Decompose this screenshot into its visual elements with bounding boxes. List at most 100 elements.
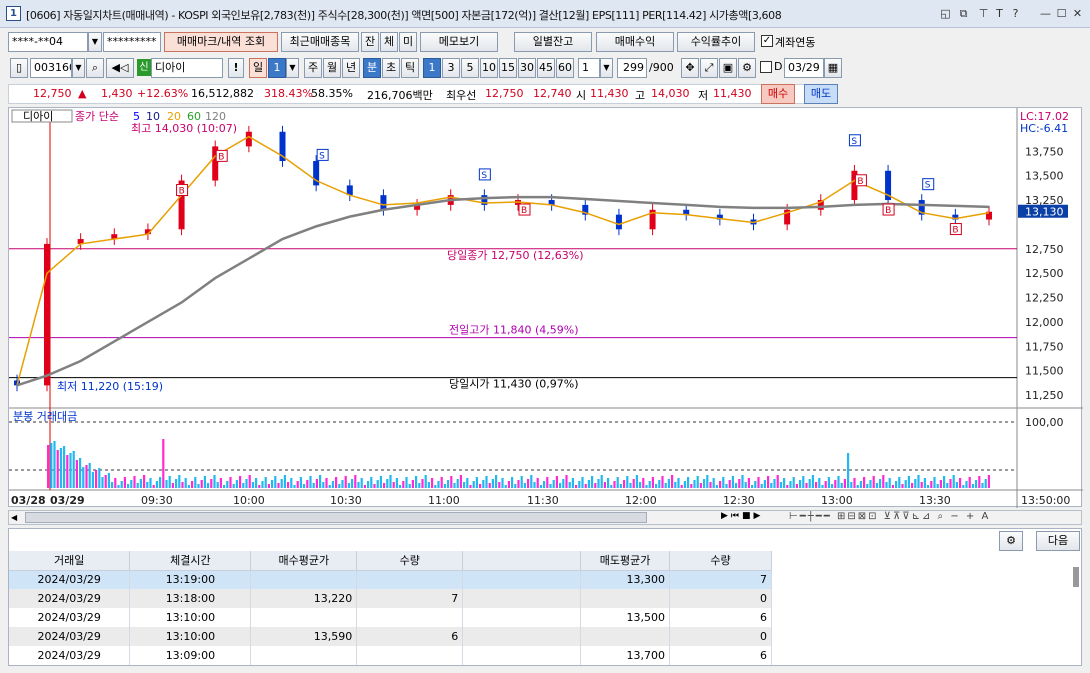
ask-price: 12,750 bbox=[485, 87, 524, 100]
high-label: 고 bbox=[635, 89, 646, 102]
period-second-button[interactable]: 초 bbox=[382, 58, 400, 78]
mark-query-button[interactable]: 매매마크/내역 조회 bbox=[164, 32, 278, 52]
volume-bar bbox=[376, 480, 379, 488]
return-trend-button[interactable]: 수익률추이 bbox=[677, 32, 755, 52]
period-month-button[interactable]: 월 bbox=[323, 58, 341, 78]
table-row[interactable]: 2024/03/29 13:09:00 13,700 6 bbox=[9, 646, 772, 665]
volume-bar bbox=[658, 480, 661, 488]
memo-button[interactable]: 메모보기 bbox=[420, 32, 498, 52]
unfilled-button[interactable]: 미 bbox=[399, 32, 417, 52]
volume-bar bbox=[504, 485, 507, 488]
time-label: 09:30 bbox=[141, 494, 173, 507]
account-field[interactable]: ****-**04 bbox=[8, 32, 88, 52]
period-day-button[interactable]: 일 bbox=[249, 58, 267, 78]
close-icon[interactable]: ✕ bbox=[1070, 6, 1085, 21]
volume-bar bbox=[111, 482, 114, 488]
window-number: 1 bbox=[6, 6, 21, 21]
daily-balance-button[interactable]: 일별잔고 bbox=[514, 32, 592, 52]
table-cell: 13,590 bbox=[250, 627, 358, 646]
table-scrollbar[interactable] bbox=[1073, 567, 1079, 587]
minute-10-button[interactable]: 10 bbox=[480, 58, 498, 78]
maximize-icon[interactable]: ⧉ bbox=[956, 6, 971, 21]
d-checkbox[interactable] bbox=[760, 61, 772, 73]
volume-bar bbox=[312, 483, 315, 488]
balance-button[interactable]: 잔 bbox=[361, 32, 379, 52]
stock-code-input[interactable]: 003160 bbox=[30, 58, 72, 78]
volume-bar bbox=[811, 475, 814, 488]
volume-bar bbox=[152, 485, 155, 488]
minute-3-button[interactable]: 3 bbox=[442, 58, 460, 78]
gear-icon[interactable]: ⚙ bbox=[999, 531, 1023, 551]
code-dropdown-icon[interactable]: ▼ bbox=[72, 58, 85, 78]
candle-body bbox=[380, 195, 387, 210]
crosshair-icon[interactable]: ✥ bbox=[681, 58, 699, 78]
period-year-button[interactable]: 년 bbox=[342, 58, 360, 78]
price-chart[interactable]: 당일종가 12,750 (12,63%) 전일고가 11,840 (4,59%) 당… bbox=[8, 107, 1083, 508]
ref-line-label: 전일고가 11,840 (4,59%) bbox=[449, 323, 579, 337]
volume-bar bbox=[341, 480, 344, 488]
interval-input[interactable]: 1 bbox=[578, 58, 600, 78]
maximize-icon[interactable]: ☐ bbox=[1054, 6, 1069, 21]
table-row[interactable]: 2024/03/29 13:18:00 13,220 7 0 bbox=[9, 589, 772, 608]
save-icon[interactable]: ▣ bbox=[719, 58, 737, 78]
date-input[interactable]: 03/29 bbox=[784, 58, 824, 78]
volume-bar bbox=[984, 479, 987, 488]
volume-bar bbox=[258, 485, 261, 488]
volume-bar bbox=[559, 483, 562, 488]
period-dropdown-icon[interactable]: ▼ bbox=[286, 58, 299, 78]
volume-bar bbox=[939, 480, 942, 488]
period-minute-button[interactable]: 분 bbox=[363, 58, 381, 78]
settings-icon[interactable]: ⚙ bbox=[738, 58, 756, 78]
table-row[interactable]: 2024/03/29 13:10:00 13,590 6 0 bbox=[9, 627, 772, 646]
alert-icon[interactable]: ! bbox=[228, 58, 244, 78]
stock-name-field[interactable]: 디아이 bbox=[151, 58, 223, 78]
chart-scrollbar[interactable]: ◀ ▶⏮■▶ ⊢━┼━━ ⊞⊟⊠⊡ ⊻⊼⊽⊾⊿ ⌕ − + A bbox=[8, 510, 1082, 525]
search-icon[interactable]: ⌕ bbox=[86, 58, 104, 78]
volume-bar bbox=[610, 485, 613, 488]
buy-button[interactable]: 매수 bbox=[761, 84, 795, 104]
period-week-button[interactable]: 주 bbox=[304, 58, 322, 78]
draw-tool-icon[interactable]: ⤢ bbox=[700, 58, 718, 78]
minute-1-button[interactable]: 1 bbox=[423, 58, 441, 78]
period-day-count[interactable]: 1 bbox=[268, 58, 286, 78]
filled-button[interactable]: 체 bbox=[380, 32, 398, 52]
sell-button[interactable]: 매도 bbox=[804, 84, 838, 104]
next-button[interactable]: 다음 bbox=[1036, 531, 1080, 551]
volume-bar bbox=[971, 484, 974, 488]
minute-60-button[interactable]: 60 bbox=[556, 58, 574, 78]
calendar-icon[interactable]: ▦ bbox=[824, 58, 842, 78]
stock-list-icon[interactable]: ▯ bbox=[10, 58, 28, 78]
interval-dropdown-icon[interactable]: ▼ bbox=[600, 58, 613, 78]
account-link-checkbox[interactable]: ✓ bbox=[761, 35, 773, 47]
volume-bar bbox=[975, 480, 978, 488]
volume-bar bbox=[767, 476, 770, 488]
table-row[interactable]: 2024/03/29 13:10:00 13,500 6 bbox=[9, 608, 772, 627]
recent-trades-button[interactable]: 최근매매종목 bbox=[281, 32, 359, 52]
playback-icons[interactable]: ▶⏮■▶ bbox=[721, 511, 763, 521]
volume-bar bbox=[251, 482, 254, 488]
pin-icon[interactable]: ⊤ bbox=[976, 6, 991, 21]
period-tick-button[interactable]: 틱 bbox=[401, 58, 419, 78]
volume-bar bbox=[911, 483, 914, 488]
minute-15-button[interactable]: 15 bbox=[499, 58, 517, 78]
scroll-thumb[interactable] bbox=[25, 512, 647, 523]
font-icon[interactable]: T bbox=[992, 6, 1007, 21]
password-field[interactable]: ********* bbox=[103, 32, 161, 52]
minute-30-button[interactable]: 30 bbox=[518, 58, 536, 78]
account-dropdown-icon[interactable]: ▼ bbox=[88, 32, 102, 52]
restore-icon[interactable]: ◱ bbox=[938, 6, 953, 21]
trade-profit-button[interactable]: 매매수익 bbox=[596, 32, 674, 52]
minimize-icon[interactable]: — bbox=[1038, 6, 1053, 21]
volume-bar bbox=[619, 484, 622, 488]
table-row[interactable]: 2024/03/29 13:19:00 13,300 7 bbox=[9, 570, 772, 589]
minute-5-button[interactable]: 5 bbox=[461, 58, 479, 78]
volume-bar bbox=[965, 481, 968, 488]
scroll-left-icon[interactable]: ◀ bbox=[11, 513, 17, 522]
chart-tool-icons[interactable]: ⊢━┼━━ ⊞⊟⊠⊡ ⊻⊼⊽⊾⊿ ⌕ − + A bbox=[789, 511, 1079, 522]
sound-icon[interactable]: ◀◁ bbox=[106, 58, 134, 78]
count-input[interactable]: 299 bbox=[617, 58, 647, 78]
help-icon[interactable]: ? bbox=[1008, 6, 1023, 21]
minute-45-button[interactable]: 45 bbox=[537, 58, 555, 78]
volume-bar bbox=[469, 485, 472, 488]
buy-mark-label: B bbox=[218, 152, 224, 162]
